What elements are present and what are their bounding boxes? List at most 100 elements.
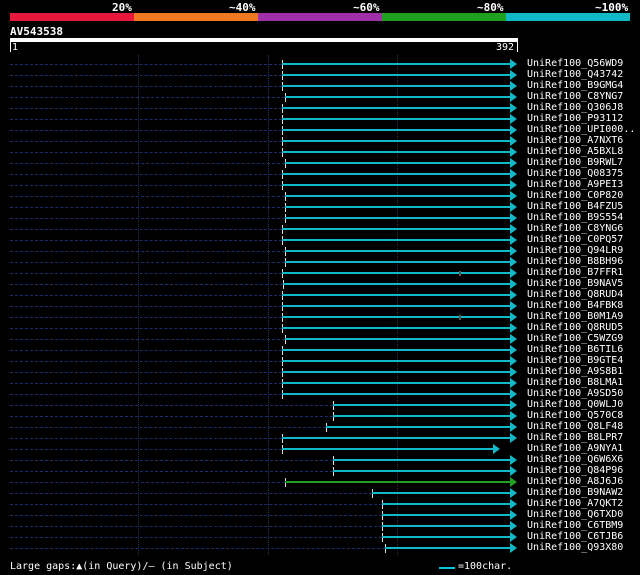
alignment-bar[interactable] [281, 239, 511, 241]
arrow-head-icon [510, 114, 517, 124]
arrow-head-icon [510, 224, 517, 234]
unaligned-region [10, 537, 383, 538]
alignment-bar[interactable] [281, 272, 511, 274]
arrow-head-icon [510, 158, 517, 168]
arrow-head-icon [510, 169, 517, 179]
unaligned-region [10, 207, 286, 208]
query-bar [10, 38, 518, 42]
alignment-bar[interactable] [281, 316, 511, 318]
unaligned-region [10, 229, 282, 230]
ruler-start-label: 1 [12, 42, 19, 53]
hit-name-link[interactable]: UniRef100_Q93X80 [527, 542, 623, 554]
alignment-bar[interactable] [382, 536, 511, 538]
arrow-head-icon [510, 532, 517, 542]
unaligned-region [10, 471, 334, 472]
legend-segment [382, 13, 506, 21]
alignment-bar[interactable] [285, 250, 511, 252]
unaligned-region [10, 174, 282, 175]
arrow-head-icon [510, 433, 517, 443]
alignment-bar[interactable] [281, 74, 511, 76]
alignment-bar[interactable] [281, 360, 511, 362]
alignment-bar[interactable] [382, 503, 511, 505]
arrow-head-icon [510, 147, 517, 157]
unaligned-region [10, 141, 282, 142]
alignment-bar[interactable] [281, 448, 495, 450]
unaligned-region [10, 482, 286, 483]
alignment-bar[interactable] [281, 382, 511, 384]
unaligned-region [10, 361, 282, 362]
unaligned-region [10, 108, 282, 109]
alignment-bar[interactable] [281, 63, 511, 65]
alignment-bar[interactable] [281, 305, 511, 307]
alignment-bar[interactable] [382, 525, 511, 527]
arrow-head-icon [510, 246, 517, 256]
alignment-bar[interactable] [281, 371, 511, 373]
alignment-bar[interactable] [281, 393, 511, 395]
alignment-bar[interactable] [282, 283, 511, 285]
arrow-head-icon [510, 92, 517, 102]
arrow-head-icon [510, 477, 517, 487]
arrow-head-icon [510, 70, 517, 80]
arrow-head-icon [510, 543, 517, 553]
alignment-bar[interactable] [285, 206, 511, 208]
alignment-bar[interactable] [333, 404, 511, 406]
arrow-head-icon [510, 125, 517, 135]
large-gaps-legend: Large gaps:▲(in Query)/– (in Subject) [10, 561, 233, 572]
unaligned-region [10, 339, 286, 340]
unaligned-region [10, 438, 282, 439]
alignment-bar[interactable] [285, 261, 511, 263]
arrow-head-icon [510, 257, 517, 267]
alignment-bar[interactable] [281, 294, 511, 296]
unaligned-region [10, 75, 282, 76]
arrow-head-icon [510, 323, 517, 333]
alignment-bar[interactable] [385, 547, 511, 549]
alignment-bar[interactable] [281, 228, 511, 230]
alignment-bar[interactable] [281, 437, 511, 439]
alignment-bar[interactable] [285, 481, 511, 483]
alignment-bar[interactable] [333, 415, 511, 417]
alignment-bar[interactable] [285, 195, 511, 197]
alignment-bar[interactable] [325, 426, 511, 428]
alignment-bar[interactable] [281, 151, 511, 153]
alignment-bar[interactable] [285, 96, 511, 98]
unaligned-region [10, 504, 383, 505]
alignment-bar[interactable] [281, 129, 511, 131]
alignment-bar[interactable] [285, 338, 511, 340]
alignment-bar[interactable] [281, 349, 511, 351]
alignment-bar[interactable] [281, 107, 511, 109]
unaligned-region [10, 350, 282, 351]
alignment-bar[interactable] [285, 162, 511, 164]
unaligned-region [10, 493, 373, 494]
arrow-head-icon [510, 136, 517, 146]
unaligned-region [10, 163, 286, 164]
arrow-head-icon [493, 444, 501, 454]
alignment-bar[interactable] [285, 217, 511, 219]
arrow-head-icon [510, 356, 517, 366]
unaligned-region [10, 372, 282, 373]
legend-segment [258, 13, 382, 21]
alignment-bar[interactable] [281, 184, 511, 186]
arrow-head-icon [510, 389, 517, 399]
alignment-bar[interactable] [281, 327, 511, 329]
alignment-bar[interactable] [372, 492, 511, 494]
alignment-bar[interactable] [333, 470, 511, 472]
query-title: AV543538 [10, 25, 63, 38]
ruler-end-tick [517, 42, 518, 52]
scale-label: =100char. [458, 561, 513, 572]
arrow-head-icon [510, 422, 517, 432]
unaligned-region [10, 251, 286, 252]
unaligned-region [10, 86, 282, 87]
alignment-bar[interactable] [333, 459, 511, 461]
hit-row[interactable]: UniRef100_Q93X80 [0, 542, 640, 554]
arrow-head-icon [510, 290, 517, 300]
ruler-start-tick [10, 42, 11, 52]
arrow-head-icon [510, 499, 517, 509]
alignment-bar[interactable] [382, 514, 511, 516]
arrow-head-icon [510, 455, 517, 465]
alignment-bar[interactable] [281, 118, 511, 120]
alignment-bar[interactable] [281, 140, 511, 142]
alignment-bar[interactable] [281, 173, 511, 175]
unaligned-region [10, 416, 334, 417]
alignment-bar[interactable] [281, 85, 511, 87]
unaligned-region [10, 196, 286, 197]
